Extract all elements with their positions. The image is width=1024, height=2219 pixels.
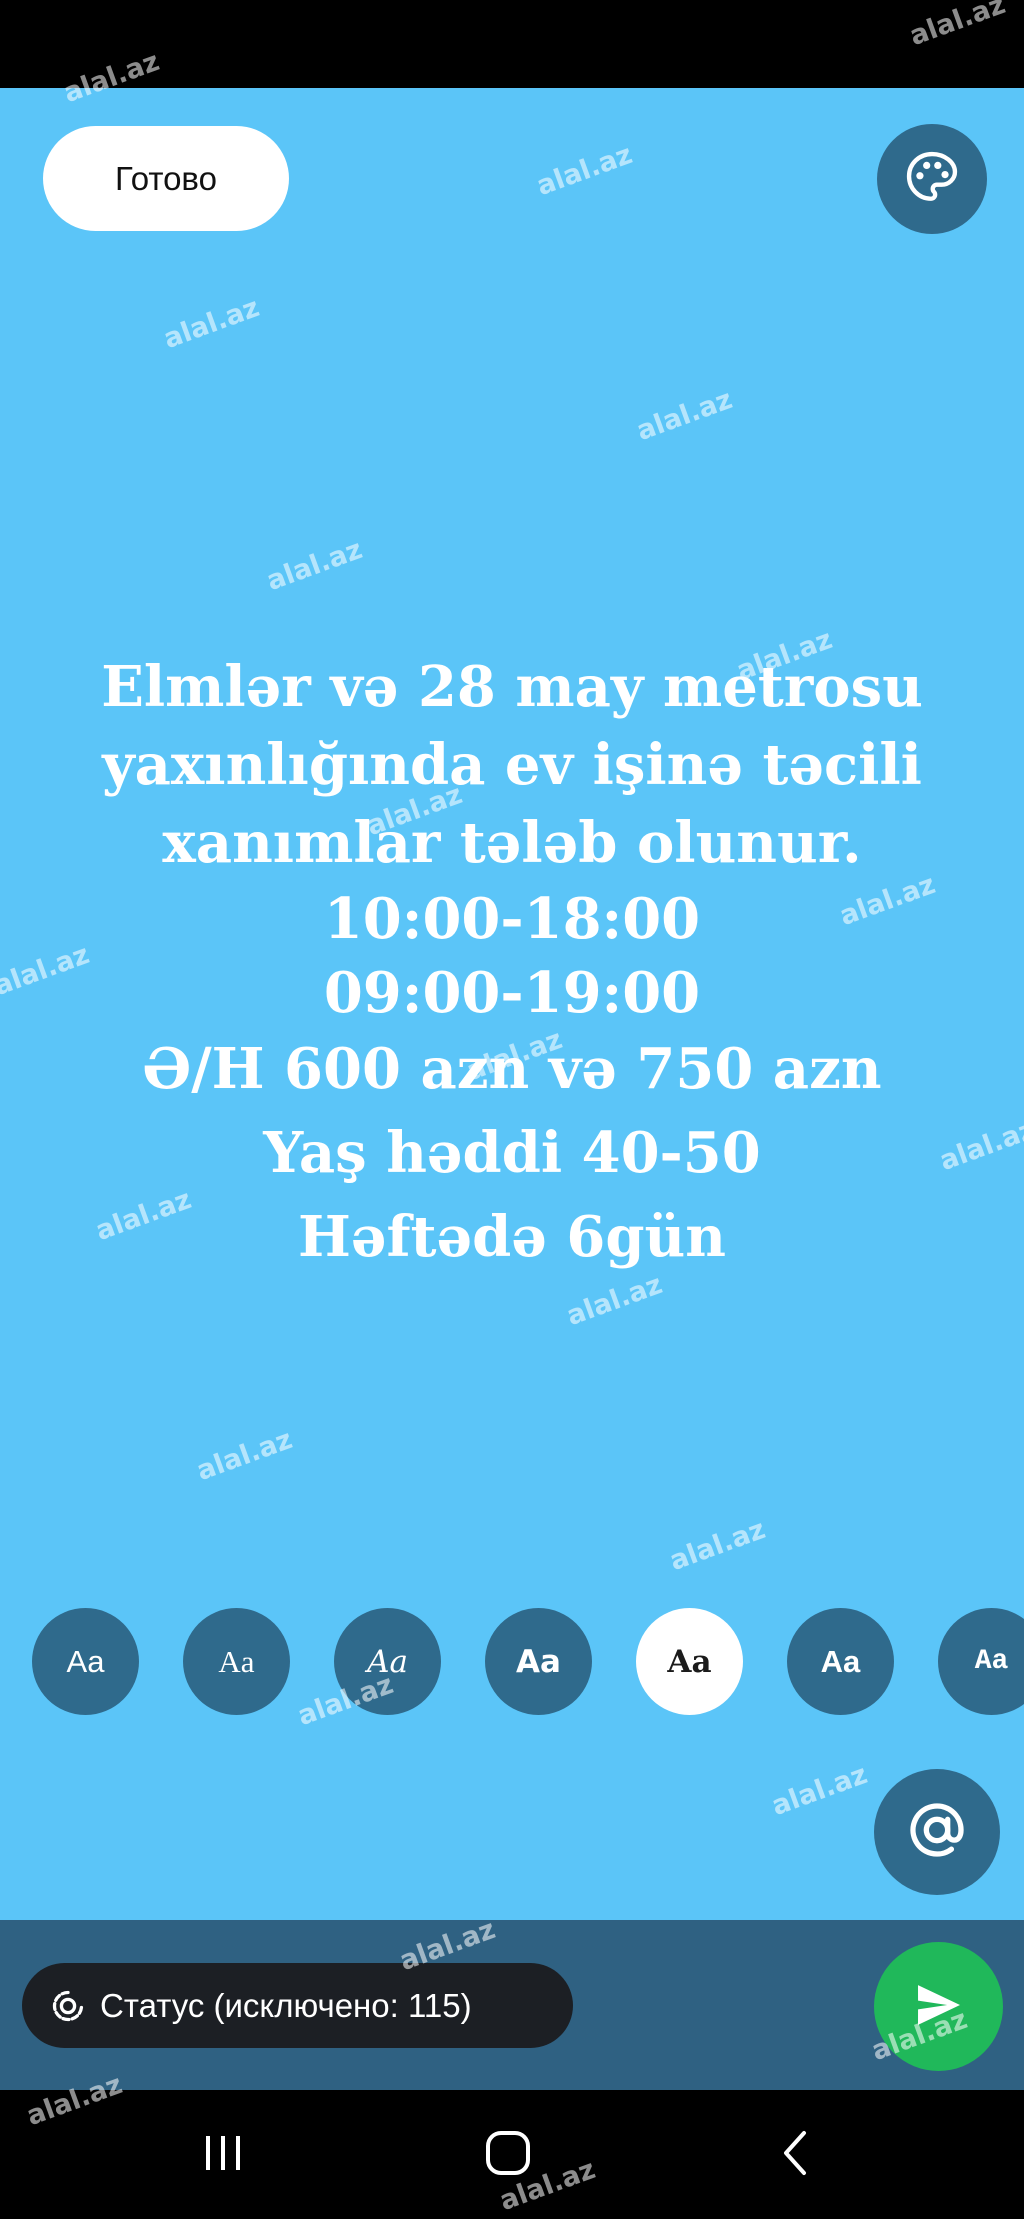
- bottom-bar: Статус (исключено: 115): [0, 1920, 1024, 2090]
- status-text-line: Yaş həddi 40-50: [263, 1120, 761, 1186]
- status-audience-label: Статус (исключено: 115): [100, 1986, 472, 2024]
- mention-button[interactable]: [874, 1769, 1000, 1895]
- status-text[interactable]: Elmlər və 28 may metrosu yaxınlığında ev…: [40, 648, 984, 1276]
- status-editor-canvas[interactable]: Готово Elmlər və 28 may metrosu yaxınlığ…: [0, 88, 1024, 1920]
- status-text-line: yaxınlığında ev işinə təcili: [102, 732, 922, 798]
- back-icon: [776, 2128, 816, 2182]
- home-button[interactable]: [438, 2090, 578, 2219]
- done-button[interactable]: Готово: [43, 126, 289, 231]
- font-option-sans[interactable]: Aa: [32, 1608, 139, 1715]
- recent-apps-button[interactable]: [153, 2090, 293, 2219]
- home-icon: [483, 2128, 533, 2182]
- recents-icon: [200, 2130, 246, 2180]
- status-text-line: Elmlər və 28 may metrosu: [101, 654, 923, 720]
- status-text-line: xanımlar tələb olunur.: [162, 810, 862, 876]
- status-text-line: 09:00-19:00: [323, 960, 701, 1026]
- color-palette-button[interactable]: [877, 124, 987, 234]
- font-option-bold-sans[interactable]: Aa: [485, 1608, 592, 1715]
- at-sign-icon: [905, 1798, 969, 1866]
- send-button[interactable]: [874, 1942, 1003, 2071]
- palette-icon: [903, 148, 961, 210]
- status-text-line: Ə/H 600 azn və 750 azn: [142, 1036, 882, 1102]
- status-text-line: Həftədə 6gün: [298, 1204, 726, 1270]
- font-style-picker: Aa Aa Aa Aa Aa Aa Aa: [0, 1608, 1024, 1718]
- font-option-mono[interactable]: Aa: [938, 1608, 1024, 1715]
- back-button[interactable]: [726, 2090, 866, 2219]
- status-ring-icon: [50, 1988, 86, 2024]
- font-option-heavy-sans[interactable]: Aa: [787, 1608, 894, 1715]
- font-option-bold-serif[interactable]: Aa: [636, 1608, 743, 1715]
- font-option-serif[interactable]: Aa: [183, 1608, 290, 1715]
- font-option-italic[interactable]: Aa: [334, 1608, 441, 1715]
- status-text-line: 10:00-18:00: [323, 886, 701, 952]
- send-icon: [911, 1977, 967, 2037]
- system-navigation-bar: [0, 2090, 1024, 2219]
- system-status-bar: [0, 0, 1024, 88]
- status-audience-selector[interactable]: Статус (исключено: 115): [22, 1963, 573, 2048]
